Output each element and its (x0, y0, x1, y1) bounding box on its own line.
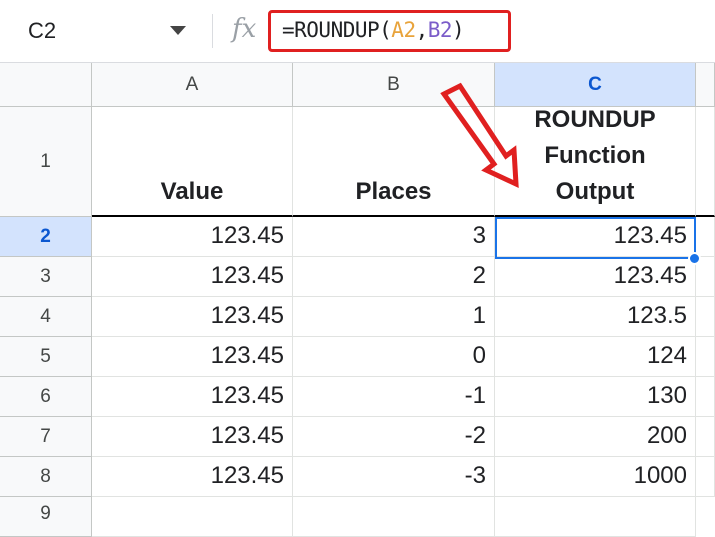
cell-value: 123.45 (210, 422, 284, 449)
row-header-2[interactable]: 2 (0, 217, 92, 257)
cell-c3[interactable]: 123.45 (495, 257, 696, 297)
cell-value: 123.45 (210, 262, 284, 289)
cell-d7[interactable] (696, 417, 715, 457)
row-header-1[interactable]: 1 (0, 107, 92, 217)
cell-d1[interactable] (696, 107, 715, 217)
cell-d8[interactable] (696, 457, 715, 497)
header-output-line3: Output (555, 178, 635, 205)
row-header-9[interactable]: 9 (0, 497, 92, 537)
cell-value: 200 (646, 422, 687, 449)
cell-a5[interactable]: 123.45 (92, 337, 293, 377)
cell-value: -2 (464, 422, 486, 449)
cell-c6[interactable]: 130 (495, 377, 696, 417)
cell-value: 3 (472, 222, 486, 249)
cell-b9[interactable] (293, 497, 495, 537)
cell-value: 123.45 (210, 462, 284, 489)
row-header-3[interactable]: 3 (0, 257, 92, 297)
cell-value: 123.45 (613, 262, 687, 289)
cell-a2[interactable]: 123.45 (92, 217, 293, 257)
name-box-value: C2 (28, 18, 57, 43)
cell-value: 123.45 (210, 302, 284, 329)
formula-comma: , (415, 18, 429, 42)
cell-c7[interactable]: 200 (495, 417, 696, 457)
cell-b2[interactable]: 3 (293, 217, 495, 257)
row-header-7[interactable]: 7 (0, 417, 92, 457)
formula-ref-a: A2 (391, 18, 416, 42)
formula-prefix: =ROUNDUP( (282, 18, 392, 42)
fill-handle[interactable] (688, 252, 701, 265)
cell-value: 0 (472, 342, 486, 369)
cell-b4[interactable]: 1 (293, 297, 495, 337)
cell-a4[interactable]: 123.45 (92, 297, 293, 337)
formula-suffix: ) (452, 18, 465, 42)
column-header-d[interactable] (696, 63, 715, 107)
divider (212, 14, 213, 48)
red-arrow-icon (440, 82, 519, 189)
cell-value: 123.45 (210, 382, 284, 409)
row-header-5[interactable]: 5 (0, 337, 92, 377)
cell-value: -3 (464, 462, 486, 489)
header-value: Value (160, 178, 224, 205)
header-output-line2: Function (544, 142, 646, 169)
cell-b3[interactable]: 2 (293, 257, 495, 297)
cell-value: 123.45 (210, 342, 284, 369)
cell-c4[interactable]: 123.5 (495, 297, 696, 337)
row-header-4[interactable]: 4 (0, 297, 92, 337)
cell-d5[interactable] (696, 337, 715, 377)
row-header-6[interactable]: 6 (0, 377, 92, 417)
formula-ref-b: B2 (427, 18, 453, 42)
cell-a7[interactable]: 123.45 (92, 417, 293, 457)
cell-value: 123.45 (210, 222, 284, 249)
cell-d6[interactable] (696, 377, 715, 417)
cell-value: 1 (472, 302, 486, 329)
fx-icon: fx (232, 14, 257, 44)
cell-a3[interactable]: 123.45 (92, 257, 293, 297)
cell-a6[interactable]: 123.45 (92, 377, 293, 417)
cell-value: 2 (472, 262, 486, 289)
cell-c9[interactable] (495, 497, 696, 537)
header-places: Places (355, 178, 432, 205)
select-all-corner[interactable] (0, 63, 92, 107)
selected-cell-border (495, 217, 696, 259)
cell-c5[interactable]: 124 (495, 337, 696, 377)
cell-c8[interactable]: 1000 (495, 457, 696, 497)
spreadsheet-grid: A B C 1 Value Places ROUNDUP Function Ou… (0, 63, 715, 537)
cell-b5[interactable]: 0 (293, 337, 495, 377)
cell-value: 130 (646, 382, 687, 409)
formula-bar: C2 fx =ROUNDUP(A2,B2) (0, 0, 715, 63)
cell-d4[interactable] (696, 297, 715, 337)
cell-a8[interactable]: 123.45 (92, 457, 293, 497)
formula-input[interactable]: =ROUNDUP(A2,B2) (282, 18, 465, 42)
cell-b8[interactable]: -3 (293, 457, 495, 497)
header-output-line1: ROUNDUP (534, 106, 656, 133)
cell-b7[interactable]: -2 (293, 417, 495, 457)
cell-a9[interactable] (92, 497, 293, 537)
cell-value: -1 (464, 382, 486, 409)
cell-value: 1000 (633, 462, 687, 489)
cell-a1[interactable]: Value (92, 107, 293, 217)
name-box[interactable]: C2 (0, 0, 200, 63)
row-header-8[interactable]: 8 (0, 457, 92, 497)
chevron-down-icon[interactable] (170, 26, 186, 35)
cell-d2[interactable] (696, 217, 715, 257)
cell-value: 123.5 (626, 302, 687, 329)
cell-value: 124 (646, 342, 687, 369)
cell-b6[interactable]: -1 (293, 377, 495, 417)
column-header-a[interactable]: A (92, 63, 293, 107)
